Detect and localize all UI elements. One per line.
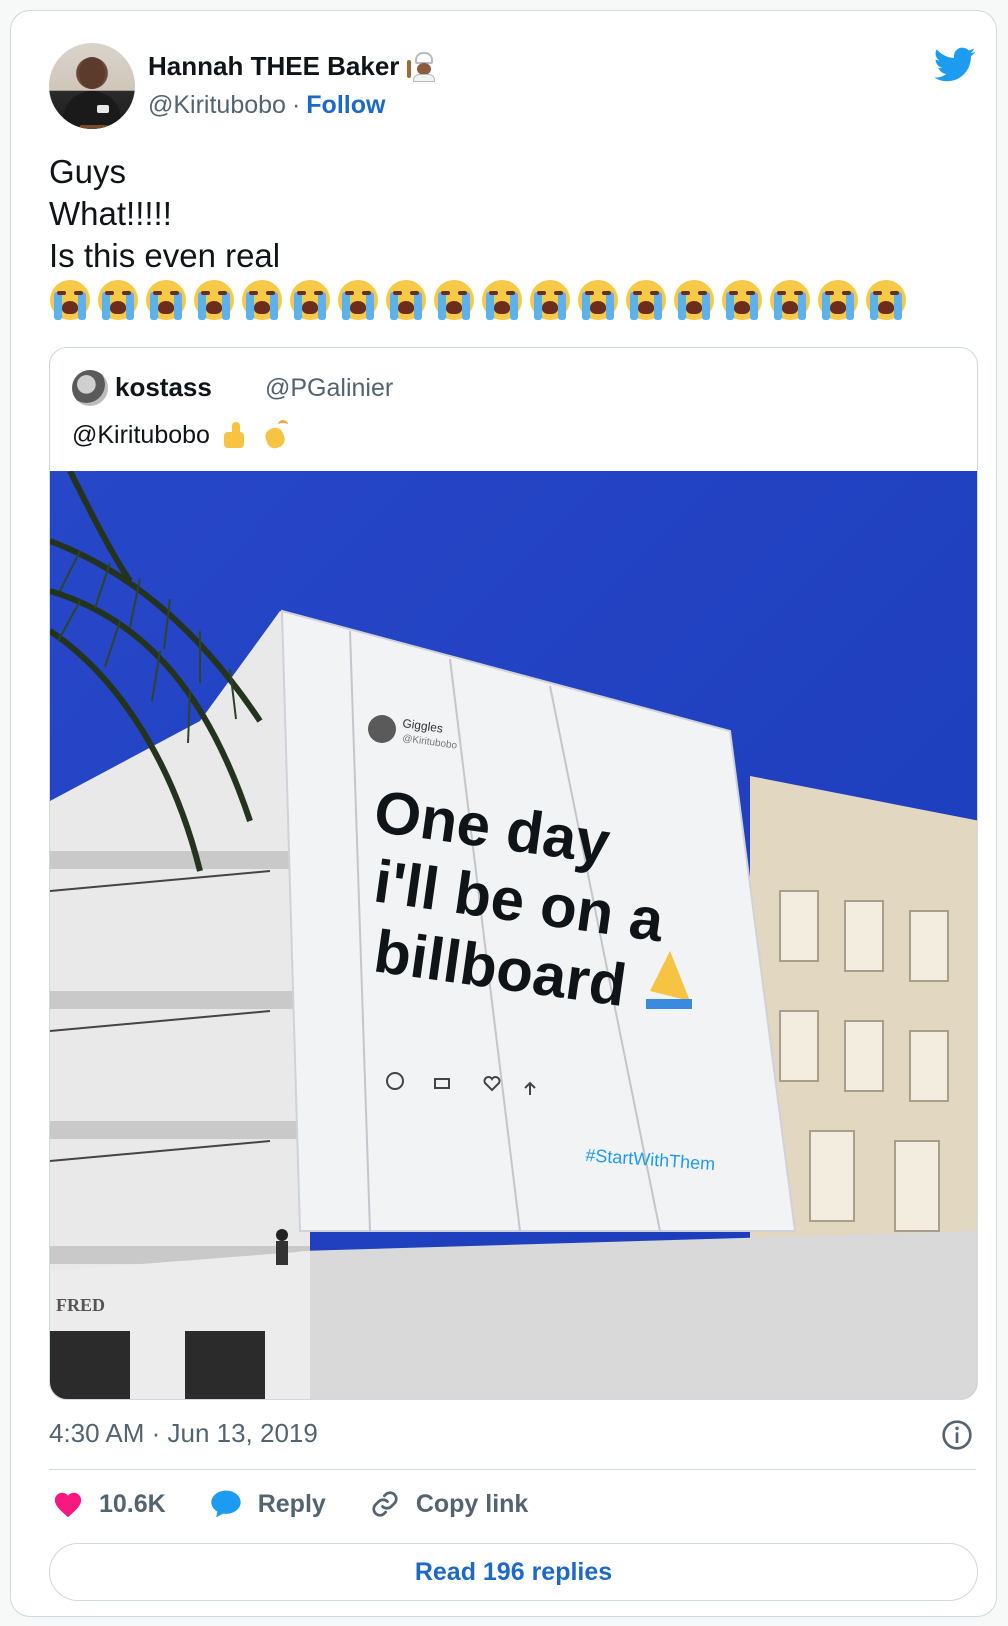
author-name[interactable]: Hannah THEE Baker	[148, 51, 399, 82]
loudly-crying-face-icon	[193, 280, 235, 321]
loudly-crying-face-icon	[625, 280, 667, 321]
heart-icon	[54, 1492, 82, 1518]
author-handle[interactable]: @Kiritubobo	[148, 91, 286, 119]
loudly-crying-face-icon	[97, 280, 139, 321]
crying-emoji-row	[49, 280, 907, 321]
separator-dot: ·	[291, 91, 301, 119]
loudly-crying-face-icon	[337, 280, 379, 321]
loudly-crying-face-icon	[289, 280, 331, 321]
tweet-line-3: Is this even real	[49, 235, 979, 321]
thumbs-up-icon	[220, 420, 250, 450]
tweet-line-2: What!!!!!	[49, 195, 172, 232]
tweet-line-1: Guys	[49, 153, 127, 190]
reply-label: Reply	[257, 1489, 326, 1518]
tweet-timestamp[interactable]: 4:30 AM · Jun 13, 2019	[49, 1418, 318, 1449]
reply-bubble-icon	[211, 1490, 241, 1518]
quoted-author-avatar[interactable]	[72, 370, 108, 406]
quoted-tweet-text: @Kiritubobo	[72, 420, 290, 450]
loudly-crying-face-icon	[673, 280, 715, 321]
like-button[interactable]: 10.6K	[53, 1490, 166, 1519]
loudly-crying-face-icon	[433, 280, 475, 321]
loudly-crying-face-icon	[481, 280, 523, 321]
loudly-crying-face-icon	[385, 280, 427, 321]
loudly-crying-face-icon	[241, 280, 283, 321]
follow-button[interactable]: Follow	[306, 91, 385, 119]
copy-link-label: Copy link	[415, 1489, 529, 1518]
link-icon	[372, 1491, 398, 1517]
billboard-photo[interactable]: Giggles @Kiritubobo One day i'll be on a…	[50, 471, 978, 1400]
loudly-crying-face-icon	[721, 280, 763, 321]
quoted-tweet[interactable]: kostass @PGalinier @Kiritubobo Giggles @…	[49, 347, 978, 1400]
tweet-card: Hannah THEE Baker @Kiritubobo · Follow Guy…	[10, 10, 997, 1617]
loudly-crying-face-icon	[769, 280, 811, 321]
tweet-text: Guys What!!!!! Is this even real	[49, 151, 979, 321]
action-bar: 10.6K Reply Copy link	[53, 1489, 572, 1519]
author-name-row: Hannah THEE Baker	[148, 51, 437, 82]
twitter-bird-icon[interactable]	[934, 47, 976, 83]
storefront-sign: FRED	[56, 1295, 105, 1315]
quoted-author-handle[interactable]: @PGalinier	[265, 374, 393, 403]
loudly-crying-face-icon	[49, 280, 91, 321]
clapping-hands-icon	[260, 420, 290, 450]
tweet-line-3-text: Is this even real	[49, 237, 281, 274]
info-icon[interactable]	[941, 1419, 973, 1451]
loudly-crying-face-icon	[577, 280, 619, 321]
loudly-crying-face-icon	[145, 280, 187, 321]
loudly-crying-face-icon	[529, 280, 571, 321]
read-replies-button[interactable]: Read 196 replies	[49, 1543, 978, 1601]
divider	[49, 1469, 976, 1470]
author-handle-row: @Kiritubobo · Follow	[148, 91, 385, 120]
loudly-crying-face-icon	[817, 280, 859, 321]
quoted-mention[interactable]: @Kiritubobo	[72, 421, 210, 450]
loudly-crying-face-icon	[865, 280, 907, 321]
chef-icon	[407, 51, 437, 82]
like-count: 10.6K	[99, 1489, 166, 1518]
reply-button[interactable]: Reply	[210, 1489, 326, 1519]
quoted-author-name[interactable]: kostass	[115, 372, 212, 403]
copy-link-button[interactable]: Copy link	[370, 1489, 529, 1519]
author-avatar[interactable]	[49, 43, 135, 129]
